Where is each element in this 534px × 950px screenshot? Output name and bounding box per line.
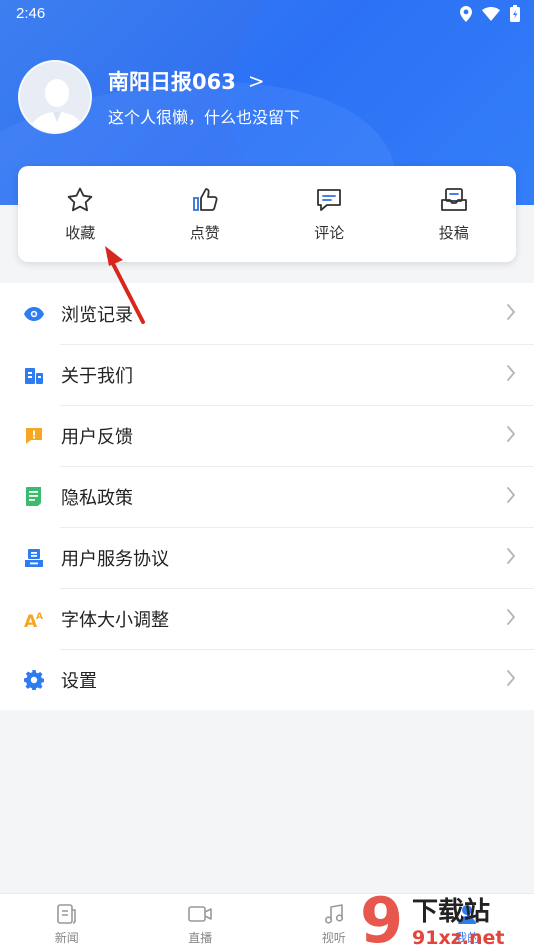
menu-item-user-agreement[interactable]: 用户服务协议 — [0, 527, 534, 588]
chevron-right-icon — [506, 425, 516, 447]
feedback-icon — [24, 426, 44, 446]
tab-label: 直播 — [188, 931, 213, 945]
status-bar: 2:46 — [0, 0, 534, 28]
annotation-arrow — [105, 246, 145, 324]
chevron-right-icon — [506, 486, 516, 508]
menu-item-history[interactable]: 浏览记录 — [0, 283, 534, 344]
chevron-right-icon — [506, 669, 516, 691]
battery-charging-icon — [510, 5, 520, 22]
gear-icon — [24, 669, 44, 690]
chevron-right-icon: > — [247, 69, 265, 93]
font-size-icon: AA — [24, 609, 44, 629]
tab-label: 视听 — [321, 931, 346, 945]
watermark-title: 下载站 — [412, 897, 490, 927]
status-time: 2:46 — [16, 5, 46, 22]
thumbs-up-icon — [192, 188, 218, 211]
avatar[interactable] — [18, 60, 92, 134]
tab-news[interactable]: 新闻 — [0, 894, 134, 950]
menu-item-label: 关于我们 — [61, 365, 133, 387]
menu-item-label: 用户反馈 — [61, 426, 133, 448]
watermark-url: 91xz.net — [412, 927, 504, 949]
chevron-right-icon — [506, 547, 516, 569]
news-icon — [56, 904, 76, 924]
svg-text:A: A — [36, 612, 43, 622]
agreement-icon — [24, 548, 44, 568]
chevron-right-icon — [506, 364, 516, 386]
music-icon — [324, 904, 343, 924]
profile-block[interactable]: 南阳日报063 > 这个人很懒，什么也没留下 — [18, 60, 300, 134]
default-avatar-icon — [20, 62, 90, 132]
video-icon — [188, 906, 213, 922]
comment-icon — [317, 189, 342, 211]
building-icon — [24, 365, 44, 385]
menu-item-label: 用户服务协议 — [61, 548, 169, 570]
chevron-right-icon — [506, 303, 516, 325]
menu-item-font-size[interactable]: AA 字体大小调整 — [0, 588, 534, 649]
likes-button[interactable]: 点赞 — [143, 166, 268, 262]
document-icon — [24, 487, 44, 507]
menu-item-label: 隐私政策 — [61, 487, 133, 509]
watermark-number: 9 — [360, 888, 403, 950]
likes-label: 点赞 — [189, 224, 220, 242]
username-text: 南阳日报063 — [108, 70, 236, 94]
favorites-label: 收藏 — [65, 224, 96, 242]
chevron-right-icon — [506, 608, 516, 630]
tab-label: 新闻 — [54, 931, 79, 945]
user-signature: 这个人很懒，什么也没留下 — [108, 108, 301, 127]
action-card: 收藏 点赞 评论 投稿 — [18, 166, 516, 262]
menu-item-settings[interactable]: 设置 — [0, 649, 534, 710]
menu-item-label: 字体大小调整 — [61, 609, 169, 631]
submissions-button[interactable]: 投稿 — [392, 166, 517, 262]
star-icon — [67, 187, 93, 212]
settings-menu: 浏览记录 关于我们 用户反馈 隐私政策 用户服务协议 A A 字体大小调整 设置 — [0, 283, 534, 710]
comments-button[interactable]: 评论 — [267, 166, 392, 262]
menu-item-label: 设置 — [61, 670, 97, 692]
comments-label: 评论 — [314, 224, 345, 242]
menu-item-about[interactable]: 关于我们 — [0, 344, 534, 405]
tab-live[interactable]: 直播 — [134, 894, 268, 950]
menu-item-privacy[interactable]: 隐私政策 — [0, 466, 534, 527]
submit-icon — [440, 188, 467, 211]
watermark-logo: 9 下载站 91xz.net — [360, 888, 504, 950]
username[interactable]: 南阳日报063 > — [108, 66, 300, 96]
wifi-icon — [482, 6, 500, 21]
location-icon — [460, 5, 472, 22]
submissions-label: 投稿 — [438, 224, 469, 242]
menu-item-feedback[interactable]: 用户反馈 — [0, 405, 534, 466]
eye-icon — [24, 304, 44, 324]
